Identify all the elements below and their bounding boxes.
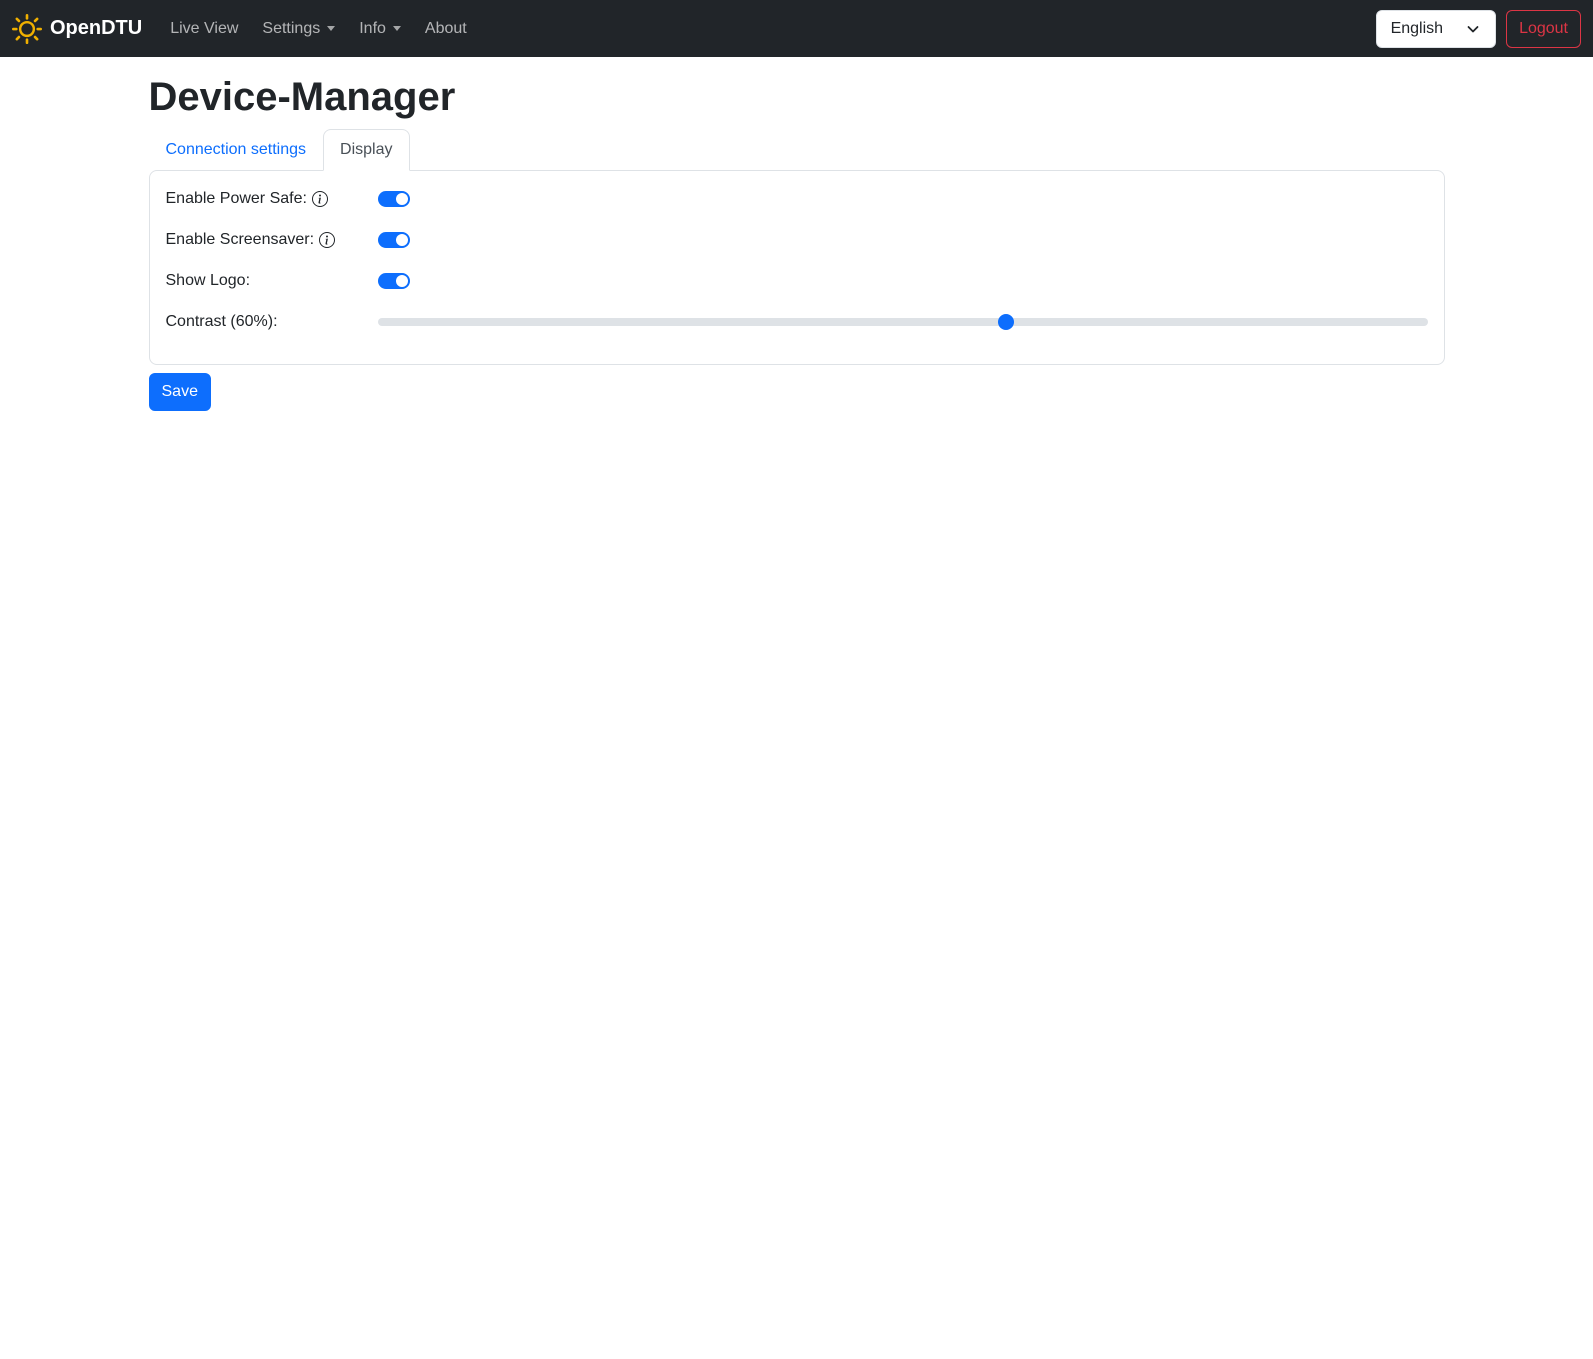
field-control: [377, 191, 1428, 207]
info-circle-icon[interactable]: [311, 191, 328, 207]
main-container: Device-Manager Connection settings Displ…: [137, 73, 1457, 411]
nav-item-about[interactable]: About: [417, 12, 475, 46]
field-label: Show Logo:: [166, 269, 378, 293]
info-circle-icon[interactable]: [319, 232, 336, 248]
field-control: [377, 232, 1428, 248]
enable-screensaver-switch[interactable]: [377, 232, 410, 248]
navbar-right-group: English Logout: [1375, 9, 1581, 48]
language-select[interactable]: English: [1375, 9, 1497, 48]
navbar: OpenDTU Live View Settings Info About En…: [0, 0, 1593, 57]
form-row-show-logo: Show Logo:: [166, 269, 1428, 293]
caret-down-icon: [392, 26, 401, 31]
brand-link[interactable]: OpenDTU: [12, 13, 143, 44]
language-select-value: English: [1390, 19, 1444, 37]
save-button[interactable]: Save: [148, 373, 211, 411]
nav-item-label: Settings: [262, 19, 321, 37]
nav-item-label: Live View: [170, 19, 239, 37]
enable-power-safe-switch[interactable]: [377, 191, 410, 207]
field-control: [377, 314, 1428, 330]
field-label: Enable Power Safe:: [166, 187, 378, 211]
contrast-slider[interactable]: [377, 314, 1428, 330]
field-label-text: Contrast (60%):: [165, 313, 278, 330]
tab-connection-settings[interactable]: Connection settings: [149, 129, 324, 171]
form-row-contrast: Contrast (60%):: [166, 310, 1428, 334]
sun-icon: [12, 13, 42, 44]
form-row-enable-screensaver: Enable Screensaver:: [166, 228, 1428, 252]
display-settings-card: Enable Power Safe: Enable Screensaver: S…: [148, 170, 1445, 365]
nav-item-label: About: [424, 19, 467, 37]
nav-item-info[interactable]: Info: [351, 12, 409, 46]
tab-bar: Connection settings Display: [149, 129, 1445, 171]
navbar-left-group: OpenDTU Live View Settings Info About: [12, 12, 479, 46]
brand-label: OpenDTU: [50, 17, 143, 39]
logout-button[interactable]: Logout: [1506, 9, 1581, 48]
nav-item-label: Info: [359, 19, 386, 37]
nav-item-settings[interactable]: Settings: [254, 12, 343, 46]
caret-down-icon: [327, 26, 336, 31]
field-label: Contrast (60%):: [166, 310, 378, 334]
field-label-text: Enable Power Safe:: [165, 190, 307, 207]
tab-display[interactable]: Display: [323, 129, 410, 171]
page-title: Device-Manager: [148, 75, 456, 119]
nav-item-live-view[interactable]: Live View: [162, 12, 246, 46]
show-logo-switch[interactable]: [377, 273, 410, 289]
form-row-enable-power-safe: Enable Power Safe:: [166, 187, 1428, 211]
field-label-text: Show Logo:: [165, 272, 251, 289]
nav-links: Live View Settings Info About: [158, 12, 479, 46]
field-control: [377, 273, 1428, 289]
field-label-text: Enable Screensaver:: [165, 231, 315, 248]
chevron-down-icon: [1465, 21, 1481, 37]
field-label: Enable Screensaver:: [166, 228, 378, 252]
